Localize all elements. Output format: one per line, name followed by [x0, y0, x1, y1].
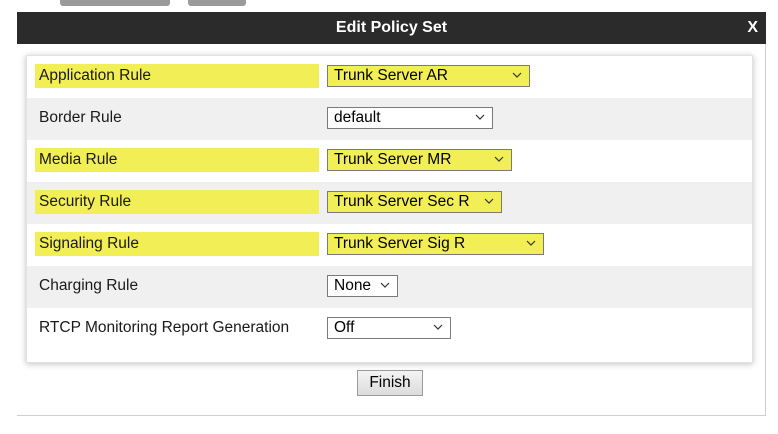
- rule-row-media: Media Rule Trunk Server MR: [27, 140, 752, 182]
- chevron-down-icon: [512, 72, 522, 78]
- edit-policy-set-dialog: Edit Policy Set X Application Rule Trunk…: [17, 12, 766, 416]
- rule-label: Border Rule: [39, 109, 122, 126]
- select-value: Off: [334, 319, 355, 336]
- rule-row-rtcp: RTCP Monitoring Report Generation Off: [27, 308, 752, 350]
- rule-row-signaling: Signaling Rule Trunk Server Sig R: [27, 224, 752, 266]
- chevron-down-icon: [380, 282, 390, 288]
- finish-button[interactable]: Finish: [357, 370, 423, 396]
- security-rule-select[interactable]: Trunk Server Sec R: [327, 191, 502, 213]
- chevron-down-icon: [484, 198, 494, 204]
- chevron-down-icon: [526, 240, 536, 246]
- application-rule-select[interactable]: Trunk Server AR: [327, 65, 530, 87]
- policy-rules-panel: Application Rule Trunk Server AR Border …: [26, 55, 753, 363]
- rule-row-security: Security Rule Trunk Server Sec R: [27, 182, 752, 224]
- select-value: Trunk Server Sec R: [334, 193, 470, 210]
- select-value: default: [334, 109, 381, 126]
- rule-label: Charging Rule: [39, 277, 139, 294]
- select-value: Trunk Server AR: [334, 67, 448, 84]
- rule-label: Signaling Rule: [35, 232, 319, 256]
- media-rule-select[interactable]: Trunk Server MR: [327, 149, 512, 171]
- chevron-down-icon: [494, 156, 504, 162]
- chevron-down-icon: [475, 114, 485, 120]
- rule-label: Security Rule: [35, 190, 319, 214]
- border-rule-select[interactable]: default: [327, 107, 493, 129]
- select-value: Trunk Server MR: [334, 151, 452, 168]
- close-button[interactable]: X: [747, 12, 758, 44]
- rule-label: RTCP Monitoring Report Generation: [39, 319, 290, 336]
- chevron-down-icon: [433, 324, 443, 330]
- dialog-title: Edit Policy Set: [335, 19, 448, 36]
- rule-row-application: Application Rule Trunk Server AR: [27, 56, 752, 98]
- charging-rule-select[interactable]: None: [327, 275, 398, 297]
- rule-row-border: Border Rule default: [27, 98, 752, 140]
- rtcp-monitoring-select[interactable]: Off: [327, 317, 451, 339]
- rule-label: Media Rule: [35, 148, 319, 172]
- dialog-titlebar: Edit Policy Set X: [17, 12, 766, 44]
- background-page-fragment: [60, 0, 320, 12]
- rule-label: Application Rule: [35, 64, 319, 88]
- signaling-rule-select[interactable]: Trunk Server Sig R: [327, 233, 544, 255]
- select-value: Trunk Server Sig R: [334, 235, 466, 252]
- select-value: None: [334, 277, 372, 294]
- rule-row-charging: Charging Rule None: [27, 266, 752, 308]
